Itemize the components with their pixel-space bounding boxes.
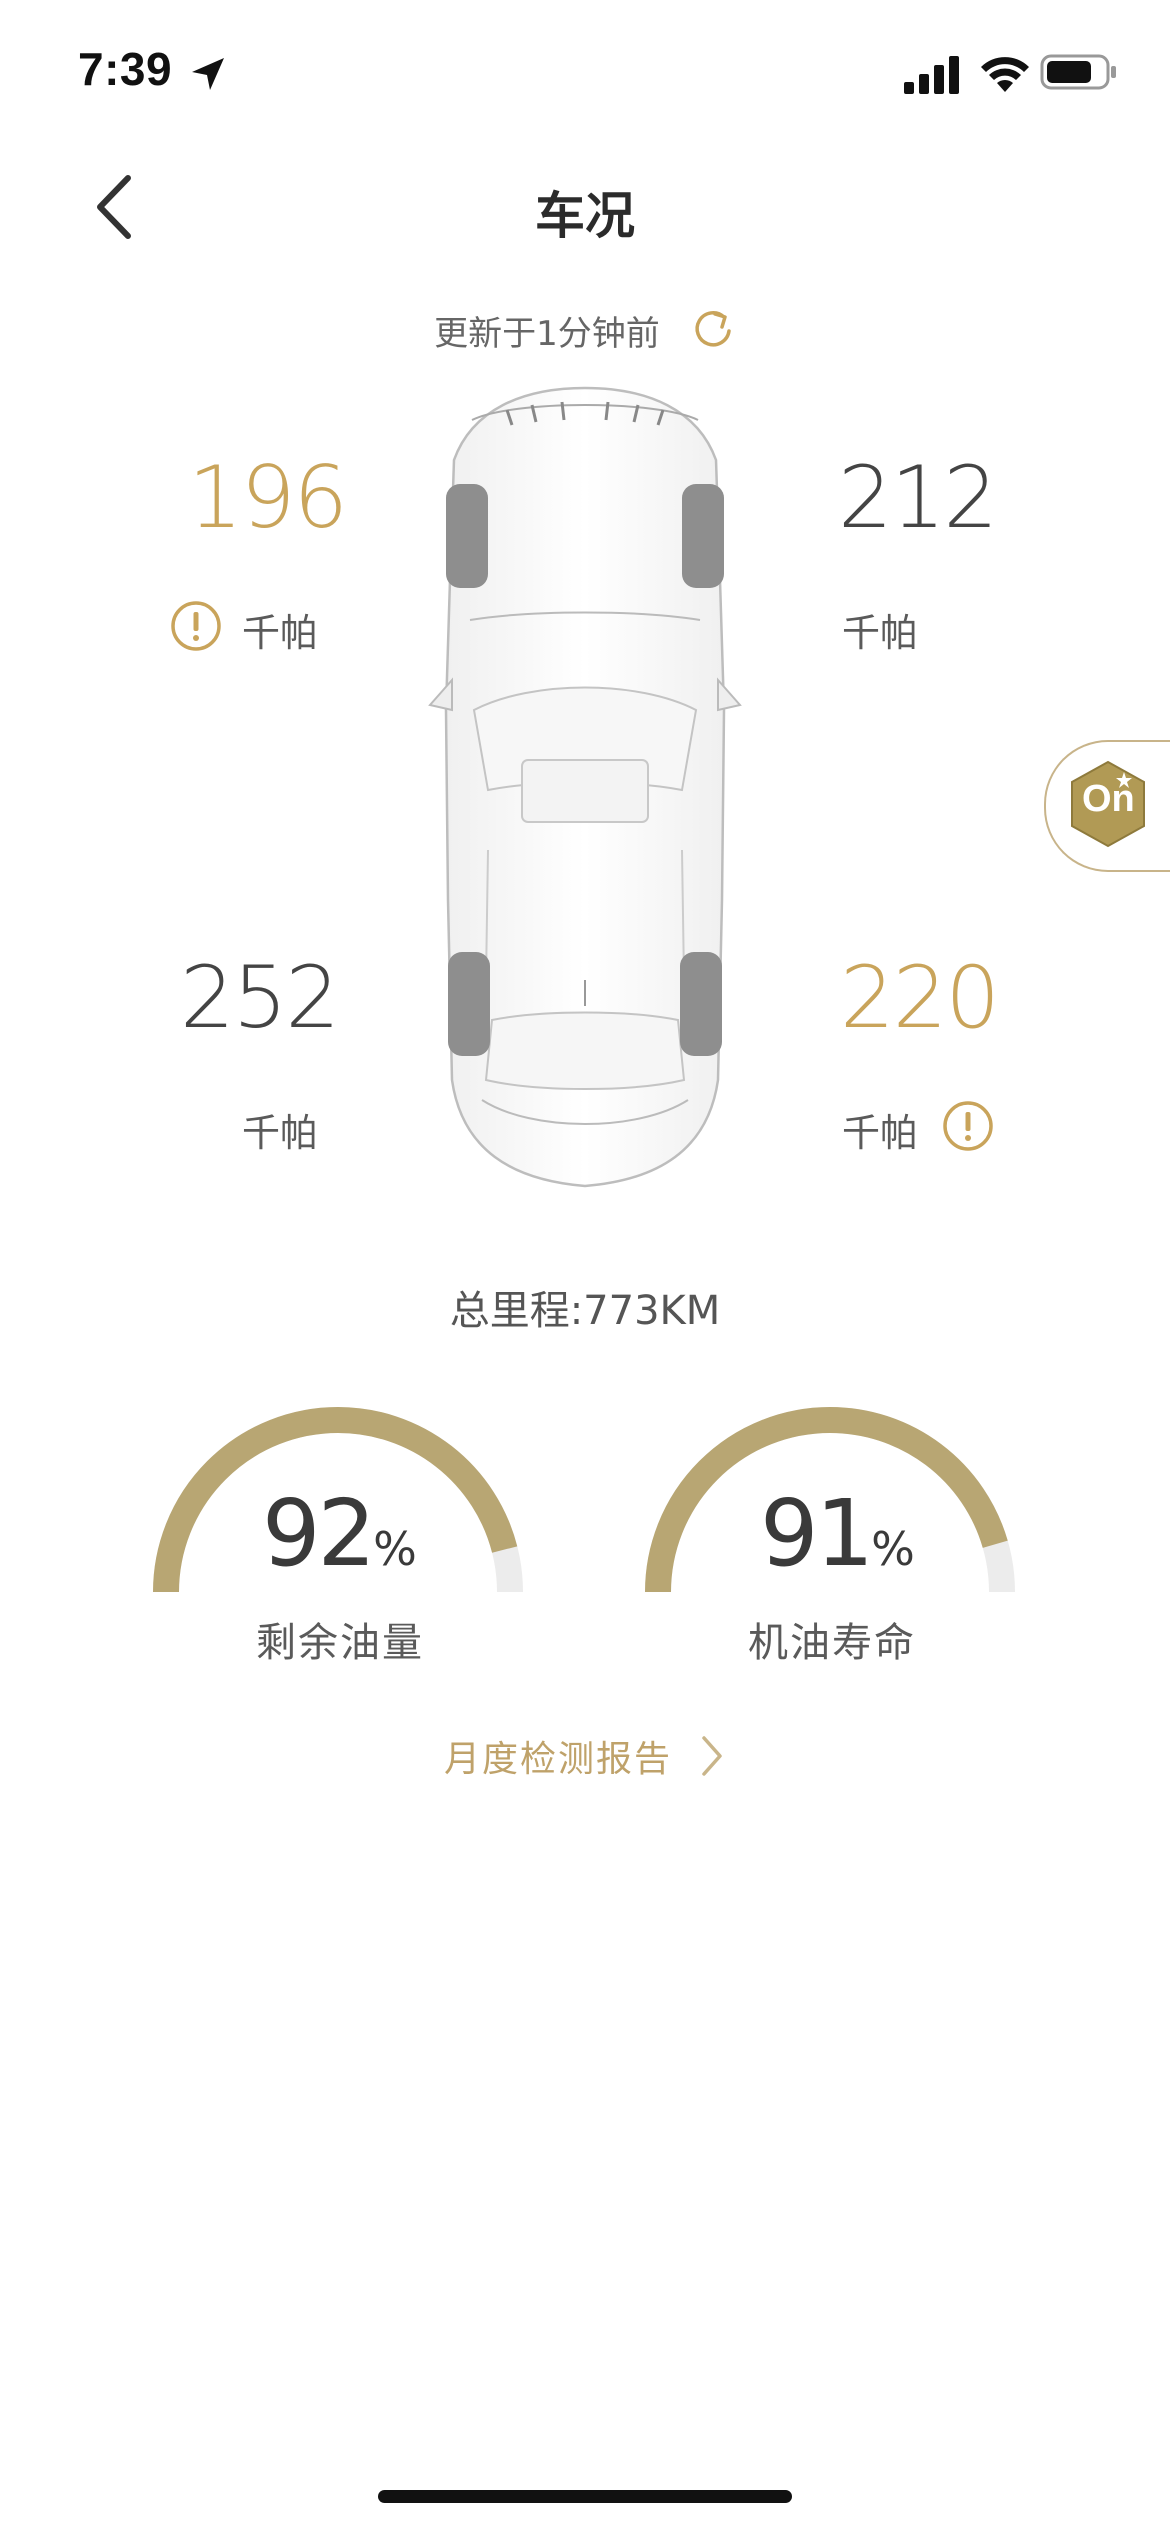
oil-gauge-value: 91% [760,1480,915,1587]
status-time: 7:39 [78,43,173,95]
tire-rear-right-pressure: 220 [840,948,1000,1048]
refresh-icon[interactable] [690,307,736,353]
wifi-icon [981,57,1029,92]
fuel-gauge-label: 剩余油量 [256,1620,424,1666]
update-status: 更新于1分钟前 [0,300,1170,360]
page-title: 车况 [535,187,635,245]
location-arrow-icon [192,58,224,90]
battery-icon [1040,54,1116,90]
update-time-text: 更新于1分钟前 [434,313,660,354]
tire-front-left-unit: 千帕 [242,611,319,655]
on-service-badge[interactable]: On [1044,740,1170,872]
monthly-report-label: 月度检测报告 [443,1739,672,1780]
tire-front-right-unit: 千帕 [842,611,919,655]
cellular-signal-icon [904,56,959,94]
tire-front-left-pressure: 196 [188,448,348,548]
fuel-gauge-value: 92% [262,1480,417,1587]
tire-rear-left-unit: 千帕 [242,1111,319,1155]
badge-text: On [1082,778,1135,820]
warning-icon [171,601,221,651]
warning-icon [943,1101,993,1151]
tire-rear-left-pressure: 252 [180,948,340,1048]
home-indicator[interactable] [378,2490,792,2503]
chevron-right-icon [702,1736,722,1776]
tire-front-right-pressure: 212 [838,448,998,548]
car-top-view-illustration [428,386,742,1188]
monthly-report-link[interactable]: 月度检测报告 [0,1726,1170,1786]
tire-rear-right-unit: 千帕 [842,1111,919,1155]
oil-gauge-label: 机油寿命 [748,1620,916,1666]
total-mileage: 总里程:773KM [449,1288,721,1334]
